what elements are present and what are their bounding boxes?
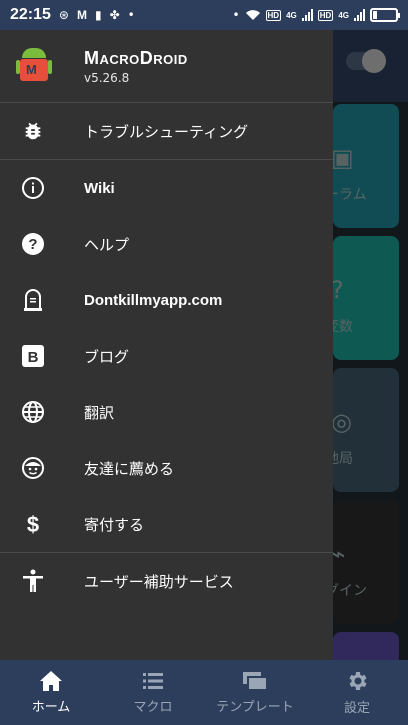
network-type: 4G — [286, 10, 297, 20]
menu-item-label: Wiki — [84, 179, 115, 197]
nav-home[interactable]: ホーム — [0, 660, 102, 725]
globe-icon — [20, 399, 46, 425]
nav-label: テンプレート — [216, 700, 294, 715]
hd-badge: HD — [265, 9, 282, 21]
nav-label: 設定 — [343, 701, 370, 716]
nav-templates[interactable]: テンプレート — [204, 660, 306, 725]
notification-lock-icon: ▮ — [94, 8, 102, 22]
status-dot-icon: • — [232, 8, 240, 22]
notification-fan-icon: ✤ — [109, 8, 120, 22]
hd-badge-2: HD — [317, 9, 334, 21]
menu-item-label: ヘルプ — [84, 235, 130, 254]
blogger-icon: B — [20, 343, 46, 369]
app-name: MacroDroid — [84, 47, 188, 68]
menu-item-blog[interactable]: B ブログ — [0, 328, 333, 384]
notification-m-icon: M — [76, 8, 87, 22]
menu-item-label: 友達に薦める — [84, 459, 175, 478]
list-icon — [143, 673, 163, 689]
svg-text:B: B — [28, 349, 39, 366]
menu-item-accessibility[interactable]: ユーザー補助サービス — [0, 553, 333, 609]
menu-item-wiki[interactable]: Wiki — [0, 160, 333, 216]
templates-icon — [243, 672, 268, 691]
nav-label: ホーム — [31, 700, 71, 715]
menu-item-label: 翻訳 — [84, 403, 115, 422]
smiley-icon — [20, 455, 46, 481]
tombstone-icon — [20, 287, 46, 313]
notification-dot-icon: • — [127, 8, 135, 22]
app-version: v5.26.8 — [84, 70, 130, 85]
info-icon — [20, 175, 46, 201]
menu-item-troubleshooting[interactable]: トラブルシューティング — [0, 103, 333, 159]
menu-item-label: ユーザー補助サービス — [84, 572, 234, 591]
bottom-navigation: ホーム マクロ テンプレート 設定 — [0, 660, 408, 725]
menu-item-label: Dontkillmyapp.com — [84, 291, 223, 309]
menu-item-donate[interactable]: $ 寄付する — [0, 496, 333, 552]
menu-item-label: ブログ — [84, 347, 130, 366]
nav-label: マクロ — [133, 700, 173, 715]
signal-icon — [301, 9, 313, 21]
svg-text:$: $ — [27, 512, 39, 536]
navigation-drawer: M MacroDroid v5.26.8 トラブルシューティング Wiki ? … — [0, 30, 333, 660]
nav-settings[interactable]: 設定 — [306, 660, 408, 725]
home-icon — [40, 671, 62, 691]
help-icon: ? — [20, 231, 46, 257]
nav-macros[interactable]: マクロ — [102, 660, 204, 725]
accessibility-icon — [20, 568, 46, 594]
menu-item-recommend[interactable]: 友達に薦める — [0, 440, 333, 496]
dollar-icon: $ — [20, 511, 46, 537]
gear-icon — [349, 672, 367, 690]
svg-text:?: ? — [28, 236, 37, 253]
menu-item-translate[interactable]: 翻訳 — [0, 384, 333, 440]
menu-item-dontkillmyapp[interactable]: Dontkillmyapp.com — [0, 272, 333, 328]
wifi-icon — [245, 10, 260, 20]
menu-item-label: 寄付する — [84, 515, 145, 534]
menu-item-help[interactable]: ? ヘルプ — [0, 216, 333, 272]
drawer-header: M MacroDroid v5.26.8 — [0, 30, 333, 102]
bug-icon — [20, 118, 46, 144]
status-time: 22:15 — [10, 6, 51, 23]
status-bar: 22:15 ⊛ M ▮ ✤ • • HD 4G HD 4G — [0, 0, 408, 30]
signal-icon-2 — [354, 9, 365, 21]
battery-icon — [370, 8, 400, 22]
notification-icon: ⊛ — [58, 8, 69, 22]
menu-item-label: トラブルシューティング — [84, 122, 249, 141]
network-type-2: 4G — [338, 10, 349, 20]
macrodroid-logo-icon: M — [16, 48, 52, 84]
